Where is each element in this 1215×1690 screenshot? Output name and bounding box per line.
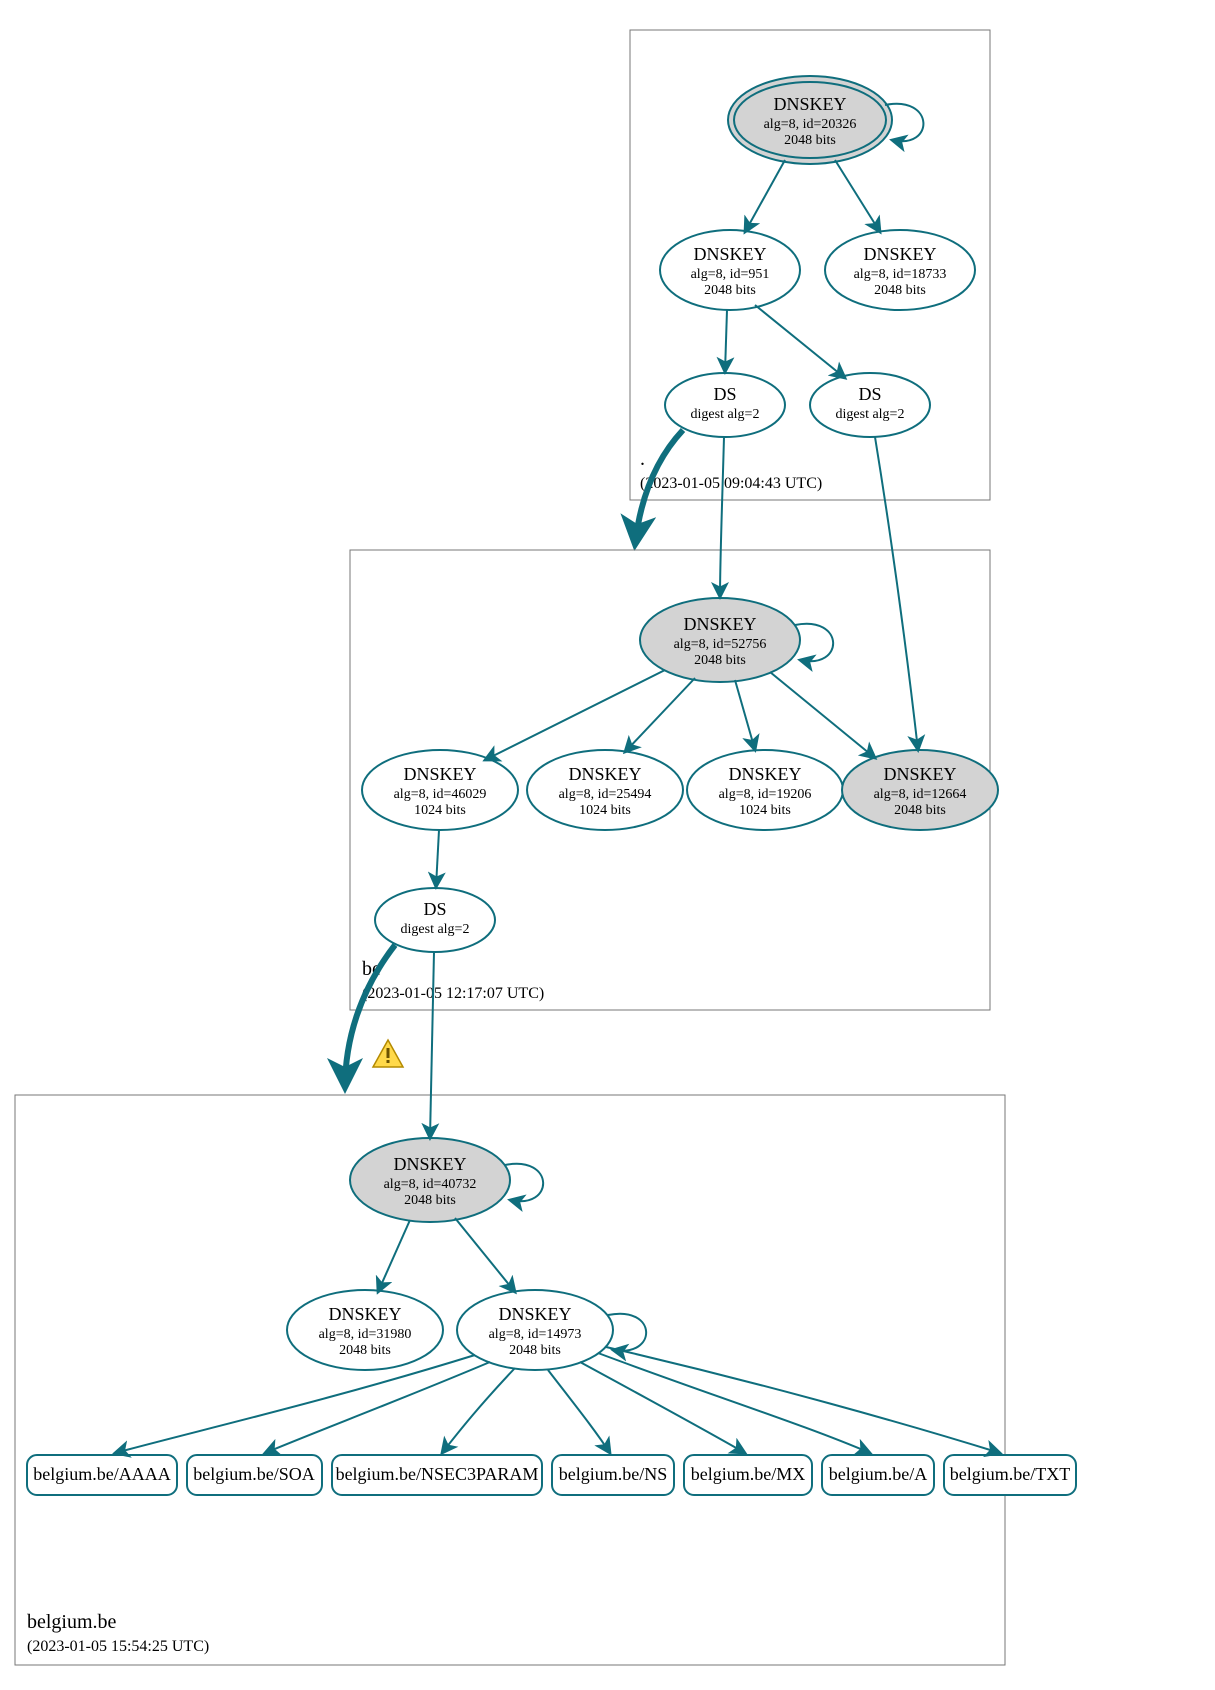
dnssec-diagram: . (2023-01-05 09:04:43 UTC) DNSKEY alg=8… xyxy=(0,0,1215,1690)
node-leaf-ksk: DNSKEY alg=8, id=40732 2048 bits xyxy=(350,1138,510,1222)
record-soa: belgium.be/SOA xyxy=(187,1455,322,1495)
svg-text:belgium.be/SOA: belgium.be/SOA xyxy=(193,1464,315,1484)
svg-text:DS: DS xyxy=(858,384,881,404)
svg-text:2048 bits: 2048 bits xyxy=(874,283,926,298)
node-root-zsk-b: DNSKEY alg=8, id=18733 2048 bits xyxy=(825,230,975,310)
svg-text:alg=8, id=52756: alg=8, id=52756 xyxy=(674,637,767,652)
zone-root-ts: (2023-01-05 09:04:43 UTC) xyxy=(640,475,822,492)
svg-text:belgium.be/TXT: belgium.be/TXT xyxy=(950,1464,1070,1484)
svg-text:DNSKEY: DNSKEY xyxy=(328,1304,401,1324)
record-a: belgium.be/A xyxy=(822,1455,934,1495)
svg-text:DNSKEY: DNSKEY xyxy=(693,244,766,264)
zone-leaf-ts: (2023-01-05 15:54:25 UTC) xyxy=(27,1638,209,1655)
node-be-zsk-3: DNSKEY alg=8, id=19206 1024 bits xyxy=(687,750,843,830)
svg-text:2048 bits: 2048 bits xyxy=(339,1343,391,1358)
node-leaf-zsk-b: DNSKEY alg=8, id=14973 2048 bits xyxy=(457,1290,613,1370)
node-be-zsk-2: DNSKEY alg=8, id=25494 1024 bits xyxy=(527,750,683,830)
svg-text:alg=8, id=31980: alg=8, id=31980 xyxy=(319,1327,412,1342)
svg-text:1024 bits: 1024 bits xyxy=(414,803,466,818)
svg-text:DNSKEY: DNSKEY xyxy=(773,94,846,114)
svg-text:DNSKEY: DNSKEY xyxy=(568,764,641,784)
svg-text:DS: DS xyxy=(423,899,446,919)
record-ns: belgium.be/NS xyxy=(552,1455,674,1495)
svg-text:alg=8, id=951: alg=8, id=951 xyxy=(691,267,770,282)
svg-text:DS: DS xyxy=(713,384,736,404)
svg-text:alg=8, id=18733: alg=8, id=18733 xyxy=(854,267,947,282)
svg-text:1024 bits: 1024 bits xyxy=(739,803,791,818)
svg-text:digest alg=2: digest alg=2 xyxy=(401,922,470,937)
svg-text:alg=8, id=40732: alg=8, id=40732 xyxy=(384,1177,477,1192)
zone-root-name: . xyxy=(640,448,645,470)
node-be-zsk-1: DNSKEY alg=8, id=46029 1024 bits xyxy=(362,750,518,830)
svg-text:belgium.be/MX: belgium.be/MX xyxy=(691,1464,806,1484)
svg-text:belgium.be/A: belgium.be/A xyxy=(829,1464,927,1484)
record-txt: belgium.be/TXT xyxy=(944,1455,1076,1495)
svg-text:alg=8, id=25494: alg=8, id=25494 xyxy=(559,787,652,802)
node-root-ksk: DNSKEY alg=8, id=20326 2048 bits xyxy=(728,76,892,164)
svg-text:DNSKEY: DNSKEY xyxy=(883,764,956,784)
record-mx: belgium.be/MX xyxy=(684,1455,812,1495)
svg-text:2048 bits: 2048 bits xyxy=(784,133,836,148)
warning-icon xyxy=(373,1040,403,1067)
svg-text:digest alg=2: digest alg=2 xyxy=(691,407,760,422)
node-root-ds-b: DS digest alg=2 xyxy=(810,373,930,437)
svg-text:2048 bits: 2048 bits xyxy=(404,1193,456,1208)
node-root-ds-a: DS digest alg=2 xyxy=(665,373,785,437)
svg-text:alg=8, id=12664: alg=8, id=12664 xyxy=(874,787,967,802)
svg-text:alg=8, id=19206: alg=8, id=19206 xyxy=(719,787,812,802)
svg-text:DNSKEY: DNSKEY xyxy=(728,764,801,784)
svg-text:alg=8, id=46029: alg=8, id=46029 xyxy=(394,787,487,802)
svg-text:2048 bits: 2048 bits xyxy=(894,803,946,818)
svg-text:DNSKEY: DNSKEY xyxy=(863,244,936,264)
node-root-zsk-a: DNSKEY alg=8, id=951 2048 bits xyxy=(660,230,800,310)
record-nsec3param: belgium.be/NSEC3PARAM xyxy=(332,1455,542,1495)
svg-text:DNSKEY: DNSKEY xyxy=(498,1304,571,1324)
svg-text:2048 bits: 2048 bits xyxy=(704,283,756,298)
node-be-sep: DNSKEY alg=8, id=12664 2048 bits xyxy=(842,750,998,830)
svg-text:alg=8, id=20326: alg=8, id=20326 xyxy=(764,117,857,132)
svg-text:belgium.be/NS: belgium.be/NS xyxy=(559,1464,668,1484)
svg-text:1024 bits: 1024 bits xyxy=(579,803,631,818)
zone-be-ts: (2023-01-05 12:17:07 UTC) xyxy=(362,985,544,1002)
record-aaaa: belgium.be/AAAA xyxy=(27,1455,177,1495)
svg-text:2048 bits: 2048 bits xyxy=(694,653,746,668)
svg-text:digest alg=2: digest alg=2 xyxy=(836,407,905,422)
svg-text:DNSKEY: DNSKEY xyxy=(393,1154,466,1174)
svg-text:belgium.be/NSEC3PARAM: belgium.be/NSEC3PARAM xyxy=(336,1464,539,1484)
svg-text:belgium.be/AAAA: belgium.be/AAAA xyxy=(33,1464,170,1484)
svg-text:alg=8, id=14973: alg=8, id=14973 xyxy=(489,1327,582,1342)
node-leaf-zsk-a: DNSKEY alg=8, id=31980 2048 bits xyxy=(287,1290,443,1370)
node-be-ds: DS digest alg=2 xyxy=(375,888,495,952)
svg-text:2048 bits: 2048 bits xyxy=(509,1343,561,1358)
svg-text:DNSKEY: DNSKEY xyxy=(683,614,756,634)
svg-text:DNSKEY: DNSKEY xyxy=(403,764,476,784)
zone-leaf-name: belgium.be xyxy=(27,1611,117,1633)
